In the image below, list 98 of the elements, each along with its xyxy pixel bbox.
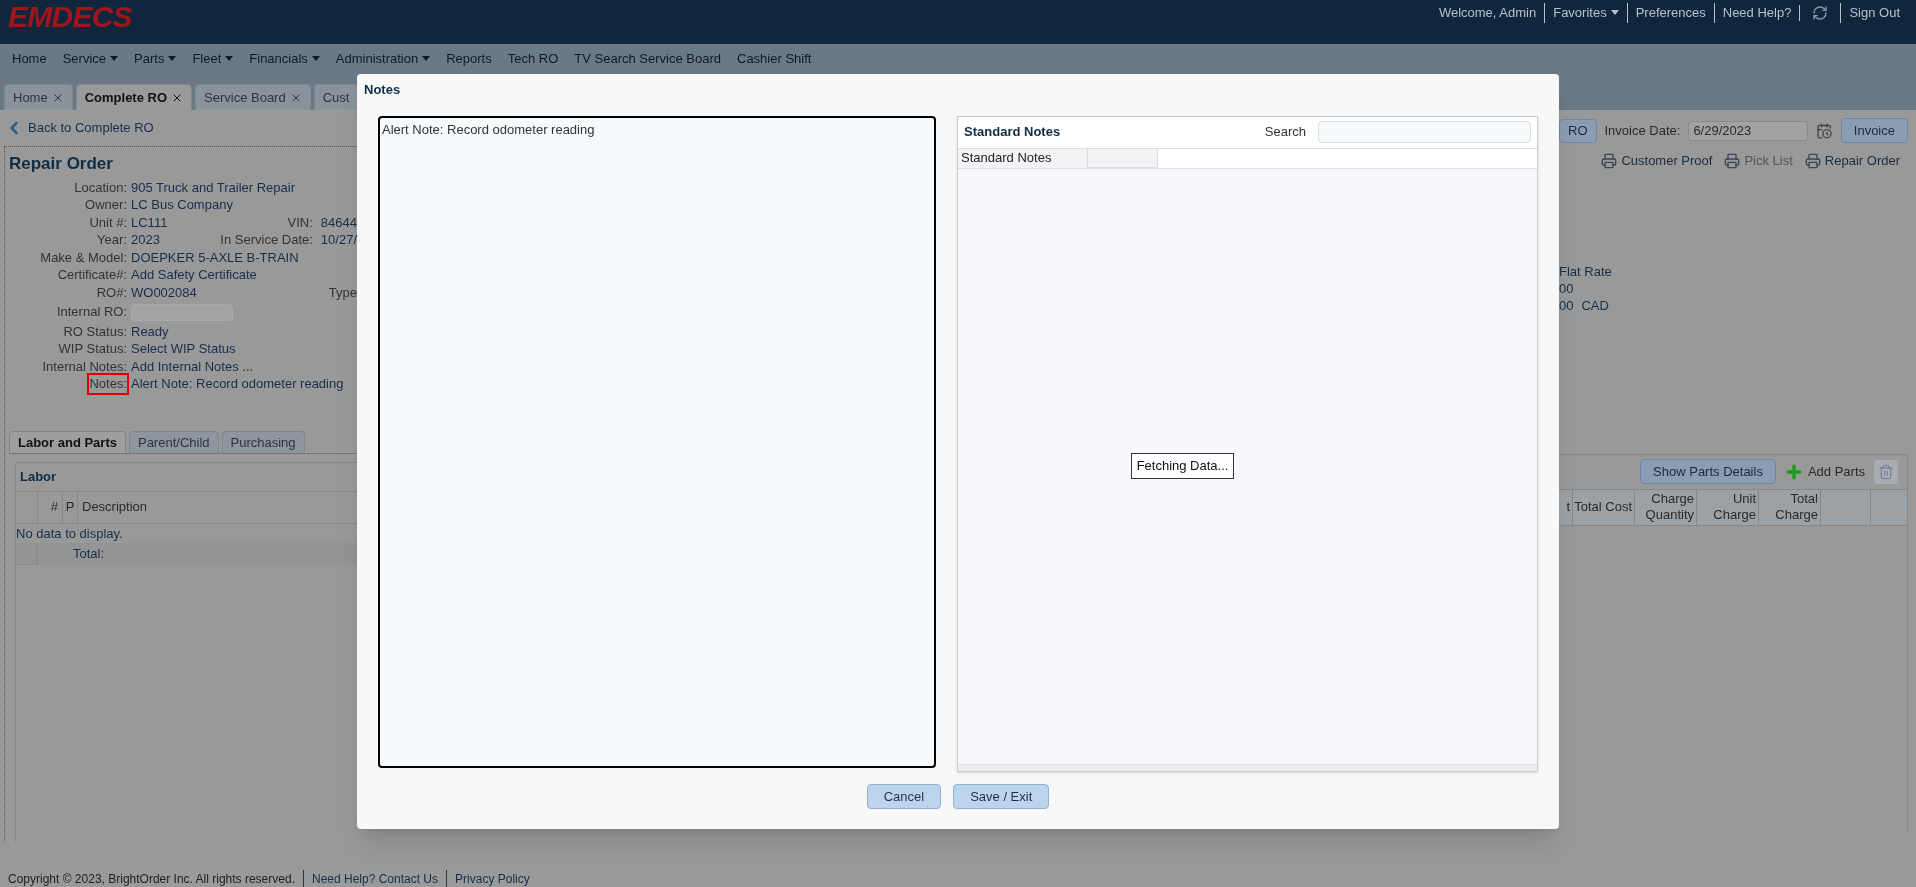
invoice-date-field[interactable]: 6/29/2023 xyxy=(1688,120,1809,141)
field-value[interactable]: Add Safety Certificate xyxy=(131,266,257,285)
printer-icon xyxy=(1601,152,1618,169)
caret-icon xyxy=(1610,10,1619,16)
total-label: Total: xyxy=(72,545,105,564)
ro-button[interactable]: RO xyxy=(1559,118,1597,143)
menu-item[interactable]: TV Search Service Board xyxy=(574,48,721,69)
summary-value: 00 xyxy=(1559,296,1574,314)
search-field[interactable] xyxy=(1318,121,1531,143)
empty-message: No data to display. xyxy=(16,524,124,543)
field-label: WIP Status: xyxy=(58,340,127,358)
caret-icon xyxy=(225,56,234,61)
field-value: 84644 xyxy=(320,213,357,232)
dialog-button[interactable]: Save / Exit xyxy=(953,784,1050,809)
print-link[interactable]: Customer Proof xyxy=(1601,151,1713,171)
column-header: P xyxy=(63,491,78,523)
field-label: Make & Model: xyxy=(40,248,127,267)
detail-tab[interactable]: Parent/Child xyxy=(128,431,219,454)
column-header: # xyxy=(38,491,63,523)
caret-icon xyxy=(110,56,119,61)
logo: EMDECS xyxy=(8,0,132,34)
show-parts-details-button[interactable]: Show Parts Details xyxy=(1640,459,1776,484)
column-header: Total Cost xyxy=(1573,489,1635,525)
field-value[interactable]: LC111 xyxy=(131,213,168,232)
menu-item[interactable]: Administration xyxy=(335,48,431,69)
column-header: Unit Charge xyxy=(1697,489,1759,525)
field-value[interactable]: Select WIP Status xyxy=(131,340,236,358)
field-value[interactable]: Alert Note: Record odometer reading xyxy=(131,375,344,394)
field-value[interactable]: 905 Truck and Trailer Repair xyxy=(131,178,296,197)
caret-icon xyxy=(311,56,320,61)
field-label: RO#: xyxy=(96,284,127,302)
field-label: Unit #: xyxy=(89,213,127,232)
column-header: Description xyxy=(81,498,148,517)
field-label: Internal RO: xyxy=(56,303,127,321)
field-value[interactable]: Ready xyxy=(131,322,169,341)
field-label: Owner: xyxy=(85,196,127,214)
back-link[interactable]: Back to Complete RO xyxy=(4,118,357,138)
field-label: Year: xyxy=(97,231,127,249)
menu-item[interactable]: Service xyxy=(62,48,119,69)
field-label: Type xyxy=(328,284,357,302)
printer-icon xyxy=(1804,152,1821,169)
summary-value: Flat Rate xyxy=(1559,262,1612,280)
field-value[interactable]: Add Internal Notes ... xyxy=(131,357,254,376)
field-value[interactable]: 2023 xyxy=(131,231,160,249)
invoice-button[interactable]: Invoice xyxy=(1840,118,1908,143)
caret-icon xyxy=(422,56,431,61)
summary-value: 00 xyxy=(1559,279,1574,297)
panel-title: Repair Order xyxy=(9,153,114,175)
header-link[interactable]: Preferences xyxy=(1627,3,1714,23)
field-label: Notes: xyxy=(89,375,127,394)
menu-item[interactable]: Home xyxy=(12,48,47,69)
header-link[interactable]: Welcome, Admin xyxy=(1430,3,1545,23)
menu-item[interactable]: Tech RO xyxy=(507,48,559,69)
menu-item[interactable]: Parts xyxy=(134,48,177,69)
menu-item[interactable]: Cashier Shift xyxy=(737,48,812,69)
copyright-text: Copyright © 2023, BrightOrder Inc. All rights reserved. xyxy=(8,871,295,887)
page-tab[interactable]: Service Board xyxy=(195,84,311,110)
favorites-menu[interactable]: Favorites xyxy=(1545,3,1627,23)
page-tab[interactable]: Complete RO xyxy=(75,84,193,110)
field-value[interactable]: WO002084 xyxy=(131,284,197,302)
notes-textarea[interactable]: Alert Note: Record odometer reading xyxy=(378,115,937,768)
sync-icon[interactable] xyxy=(1812,4,1829,21)
footer-link[interactable]: Privacy Policy xyxy=(446,870,530,887)
field-label: Certificate#: xyxy=(57,266,127,285)
field-label: RO Status: xyxy=(63,322,127,341)
printer-icon xyxy=(1724,152,1741,169)
field-value[interactable]: LC Bus Company xyxy=(131,196,233,214)
header-link[interactable]: Need Help? xyxy=(1714,3,1800,23)
search-label: Search xyxy=(1264,123,1306,142)
dialog-title: Notes xyxy=(364,81,402,99)
page-tab[interactable]: Cust xyxy=(313,84,359,110)
column-header: Charge Quantity xyxy=(1635,489,1697,525)
field-value[interactable]: DOEPKER 5-AXLE B-TRAIN xyxy=(131,248,299,267)
menu-item[interactable]: Reports xyxy=(446,48,492,69)
field-label: Invoice Date: xyxy=(1604,121,1681,140)
add-parts-link[interactable]: Add Parts xyxy=(1783,461,1865,482)
menu-item[interactable]: Financials xyxy=(249,48,320,69)
section-title: Labor xyxy=(19,468,58,487)
field-label: Location: xyxy=(74,178,127,197)
dialog-button[interactable]: Cancel xyxy=(866,784,942,809)
field-label: Internal Notes: xyxy=(42,357,127,376)
calendar-clock-icon[interactable] xyxy=(1816,120,1833,141)
loading-message: Fetching Data... xyxy=(1130,453,1235,479)
detail-tab[interactable]: Labor and Parts xyxy=(9,431,126,454)
field-label: In Service Date: xyxy=(220,231,313,249)
page-tab[interactable]: Home xyxy=(4,84,73,110)
detail-tab[interactable]: Purchasing xyxy=(221,431,305,454)
currency-label: CAD xyxy=(1581,296,1609,314)
print-link[interactable]: Repair Order xyxy=(1804,151,1900,171)
menu-item[interactable]: Fleet xyxy=(192,48,234,69)
caret-icon xyxy=(168,56,177,61)
field-label: VIN: xyxy=(287,213,313,232)
footer-link[interactable]: Need Help? Contact Us xyxy=(302,870,439,887)
trash-icon xyxy=(1878,463,1894,480)
column-header: Total Charge xyxy=(1759,489,1821,525)
panel-title: Standard Notes xyxy=(964,123,1062,142)
field-value: 10/27/ xyxy=(320,231,357,249)
header-link[interactable]: Sign Out xyxy=(1841,3,1908,23)
